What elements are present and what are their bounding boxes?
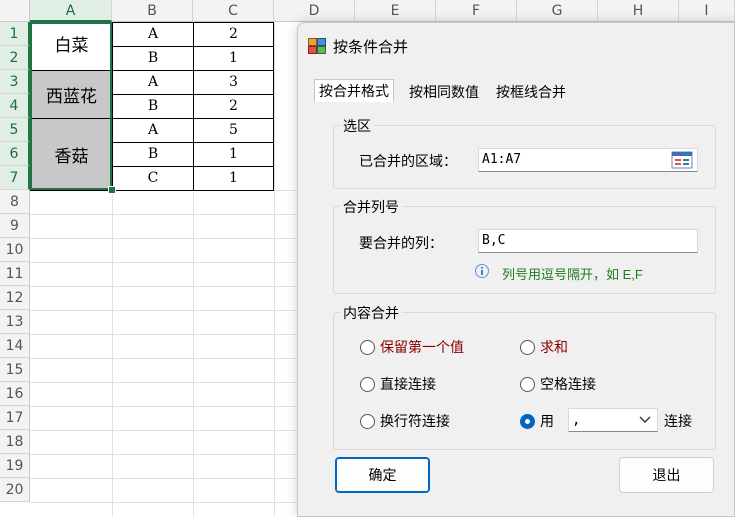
- col-header-c[interactable]: C: [193, 0, 274, 22]
- radio-keep-first-label[interactable]: 保留第一个值: [380, 337, 464, 357]
- radio-newline-join-label[interactable]: 换行符连接: [380, 411, 450, 431]
- row-header-13[interactable]: 13: [0, 310, 30, 334]
- cell-c2[interactable]: 1: [193, 46, 274, 71]
- tab-panel: 选区 已合并的区域： A1:A7 合并列号 要合并的列： B,C 列号用逗号隔开…: [313, 102, 722, 456]
- row-header-7[interactable]: 7: [0, 166, 30, 190]
- merged-range-value: A1:A7: [482, 152, 522, 167]
- select-all-corner[interactable]: [0, 0, 30, 22]
- col-header-i[interactable]: I: [679, 0, 735, 22]
- row-header-20[interactable]: 20: [0, 478, 30, 502]
- cell-c6[interactable]: 1: [193, 142, 274, 167]
- columns-group: 合并列号 要合并的列： B,C 列号用逗号隔开，如 E,F: [333, 197, 716, 294]
- separator-value: ,: [572, 412, 581, 428]
- selection-outline: [30, 22, 112, 190]
- radio-newline-join[interactable]: [360, 414, 375, 429]
- radio-direct-join-label[interactable]: 直接连接: [380, 374, 436, 394]
- cell-b6[interactable]: B: [112, 142, 194, 167]
- col-header-h[interactable]: H: [598, 0, 679, 22]
- row-header-18[interactable]: 18: [0, 430, 30, 454]
- col-header-b[interactable]: B: [112, 0, 193, 22]
- col-header-e[interactable]: E: [355, 0, 436, 22]
- range-picker-icon[interactable]: [671, 151, 693, 169]
- columns-group-legend: 合并列号: [340, 197, 402, 217]
- fill-handle[interactable]: [108, 186, 116, 194]
- row-header-19[interactable]: 19: [0, 454, 30, 478]
- radio-sum[interactable]: [520, 340, 535, 355]
- col-header-g[interactable]: G: [517, 0, 598, 22]
- radio-custom-join-label[interactable]: 用: [540, 411, 554, 431]
- dialog-title: 按条件合并: [333, 39, 409, 56]
- row-header-16[interactable]: 16: [0, 382, 30, 406]
- row-header-9[interactable]: 9: [0, 214, 30, 238]
- tab-border-merge[interactable]: 按框线合并: [492, 81, 570, 103]
- range-group-legend: 选区: [340, 116, 374, 136]
- row-header-8[interactable]: 8: [0, 190, 30, 214]
- radio-direct-join[interactable]: [360, 377, 375, 392]
- columns-hint: 列号用逗号隔开，如 E,F: [502, 267, 643, 282]
- col-header-d[interactable]: D: [274, 0, 355, 22]
- info-icon: [475, 264, 489, 278]
- radio-sum-label[interactable]: 求和: [540, 337, 568, 357]
- row-header-12[interactable]: 12: [0, 286, 30, 310]
- separator-select[interactable]: ,: [568, 408, 658, 432]
- merged-range-input[interactable]: A1:A7: [478, 148, 698, 172]
- merged-range-label: 已合并的区域：: [359, 153, 457, 169]
- ok-button[interactable]: 确定: [335, 457, 430, 493]
- row-header-2[interactable]: 2: [0, 46, 30, 70]
- radio-custom-join[interactable]: [520, 414, 535, 429]
- dialog-titlebar[interactable]: 按条件合并: [298, 23, 734, 69]
- row-header-6[interactable]: 6: [0, 142, 30, 166]
- range-group: 选区 已合并的区域： A1:A7: [333, 116, 716, 189]
- cell-c5[interactable]: 5: [193, 118, 274, 143]
- radio-space-join-label[interactable]: 空格连接: [540, 374, 596, 394]
- radio-space-join[interactable]: [520, 377, 535, 392]
- cell-c1[interactable]: 2: [193, 22, 274, 47]
- row-header-14[interactable]: 14: [0, 334, 30, 358]
- cell-b2[interactable]: B: [112, 46, 194, 71]
- row-header-5[interactable]: 5: [0, 118, 30, 142]
- columns-label: 要合并的列：: [359, 235, 443, 251]
- custom-join-suffix: 连接: [664, 413, 692, 429]
- chevron-down-icon: [639, 416, 651, 423]
- col-header-f[interactable]: F: [436, 0, 517, 22]
- merge-by-condition-dialog: 按条件合并 按合并格式 按相同数值 按框线合并 选区 已合并的区域： A1:A7…: [297, 22, 735, 517]
- row-header-1[interactable]: 1: [0, 22, 30, 46]
- cell-b5[interactable]: A: [112, 118, 194, 143]
- cell-b7[interactable]: C: [112, 166, 194, 191]
- cell-c3[interactable]: 3: [193, 70, 274, 95]
- row-header-10[interactable]: 10: [0, 238, 30, 262]
- content-group: 内容合并 保留第一个值 求和 直接连接 空格连接 换行符连接 用 , 连接: [333, 303, 716, 450]
- cell-b4[interactable]: B: [112, 94, 194, 119]
- content-group-legend: 内容合并: [340, 303, 402, 323]
- tab-same-value[interactable]: 按相同数值: [405, 81, 483, 103]
- cell-b3[interactable]: A: [112, 70, 194, 95]
- row-header-4[interactable]: 4: [0, 94, 30, 118]
- row-header-15[interactable]: 15: [0, 358, 30, 382]
- cell-c4[interactable]: 2: [193, 94, 274, 119]
- dialog-app-icon: [308, 38, 326, 54]
- row-header-11[interactable]: 11: [0, 262, 30, 286]
- columns-value: B,C: [482, 233, 506, 248]
- row-header-3[interactable]: 3: [0, 70, 30, 94]
- row-header-17[interactable]: 17: [0, 406, 30, 430]
- exit-button[interactable]: 退出: [619, 457, 714, 493]
- cell-b1[interactable]: A: [112, 22, 194, 47]
- col-header-a[interactable]: A: [30, 0, 112, 22]
- radio-keep-first[interactable]: [360, 340, 375, 355]
- columns-input[interactable]: B,C: [478, 229, 698, 253]
- cell-c7[interactable]: 1: [193, 166, 274, 191]
- tab-merge-format[interactable]: 按合并格式: [314, 79, 394, 103]
